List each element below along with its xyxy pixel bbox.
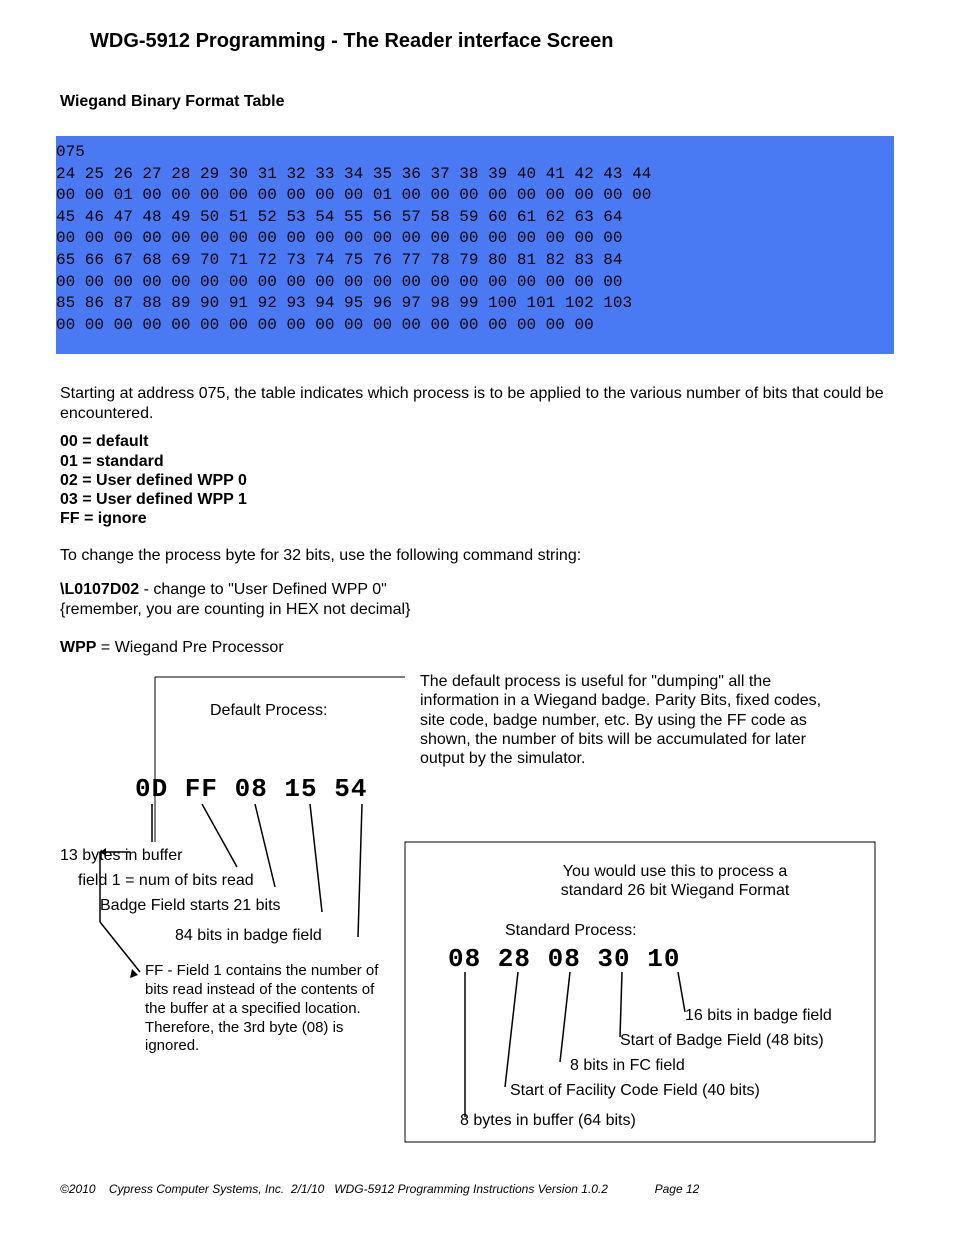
label-84-bits: 84 bits in badge field [175,927,322,945]
hex-line: 85 86 87 88 89 90 91 92 93 94 95 96 97 9… [56,294,632,312]
standard-process-title: Standard Process: [505,922,637,940]
wpp-expansion: = Wiegand Pre Processor [96,639,283,656]
hex-line: 00 00 00 00 00 00 00 00 00 00 00 00 00 0… [56,229,623,247]
right-intro-paragraph: The default process is useful for "dumpi… [420,672,845,768]
legend-item: 02 = User defined WPP 0 [60,471,894,490]
legend-item: 01 = standard [60,452,894,471]
default-process-title: Default Process: [210,702,327,720]
label-start-fc: Start of Facility Code Field (40 bits) [510,1082,760,1100]
standard-process-bytes: 08 28 08 30 10 [448,944,680,974]
label-field1: field 1 = num of bits read [78,872,254,890]
hex-addr: 075 [56,143,85,161]
default-process-bytes: 0D FF 08 15 54 [135,774,367,804]
legend-item: 00 = default [60,432,894,451]
command-desc: - change to "User Defined WPP 0" [139,581,387,598]
section-subtitle: Wiegand Binary Format Table [60,93,894,111]
legend-block: 00 = default 01 = standard 02 = User def… [60,432,894,528]
legend-item: FF = ignore [60,509,894,528]
wpp-abbrev: WPP [60,639,96,656]
label-8-bytes-buffer: 8 bytes in buffer (64 bits) [460,1112,636,1130]
page-footer: ©2010 Cypress Computer Systems, Inc. 2/1… [60,1182,894,1196]
hex-line: 00 00 01 00 00 00 00 00 00 00 00 01 00 0… [56,186,651,204]
ff-note: FF - Field 1 contains the number of bits… [145,962,390,1056]
hex-line: 45 46 47 48 49 50 51 52 53 54 55 56 57 5… [56,208,623,226]
hex-dump-block: 075 24 25 26 27 28 29 30 31 32 33 34 35 … [56,136,894,354]
change-paragraph: To change the process byte for 32 bits, … [60,546,894,566]
label-16-bits-badge: 16 bits in badge field [685,1007,832,1025]
command-note: {remember, you are counting in HEX not d… [60,601,410,618]
intro-paragraph: Starting at address 075, the table indic… [60,384,894,424]
hex-line: 00 00 00 00 00 00 00 00 00 00 00 00 00 0… [56,273,623,291]
hex-line: 65 66 67 68 69 70 71 72 73 74 75 76 77 7… [56,251,623,269]
std-use-text: You would use this to process a standard… [530,862,820,900]
hex-line: 24 25 26 27 28 29 30 31 32 33 34 35 36 3… [56,165,651,183]
label-badge-start: Badge Field starts 21 bits [100,897,281,915]
legend-item: 03 = User defined WPP 1 [60,490,894,509]
page-title: WDG-5912 Programming - The Reader interf… [90,30,894,53]
label-start-badge: Start of Badge Field (48 bits) [620,1032,824,1050]
label-13-bytes: 13 bytes in buffer [60,847,182,865]
hex-line: 00 00 00 00 00 00 00 00 00 00 00 00 00 0… [56,316,594,334]
label-8-bits-fc: 8 bits in FC field [570,1057,685,1075]
command-string: \L0107D02 [60,581,139,598]
diagram-area: Default Process: 0D FF 08 15 54 13 bytes… [60,672,894,1152]
